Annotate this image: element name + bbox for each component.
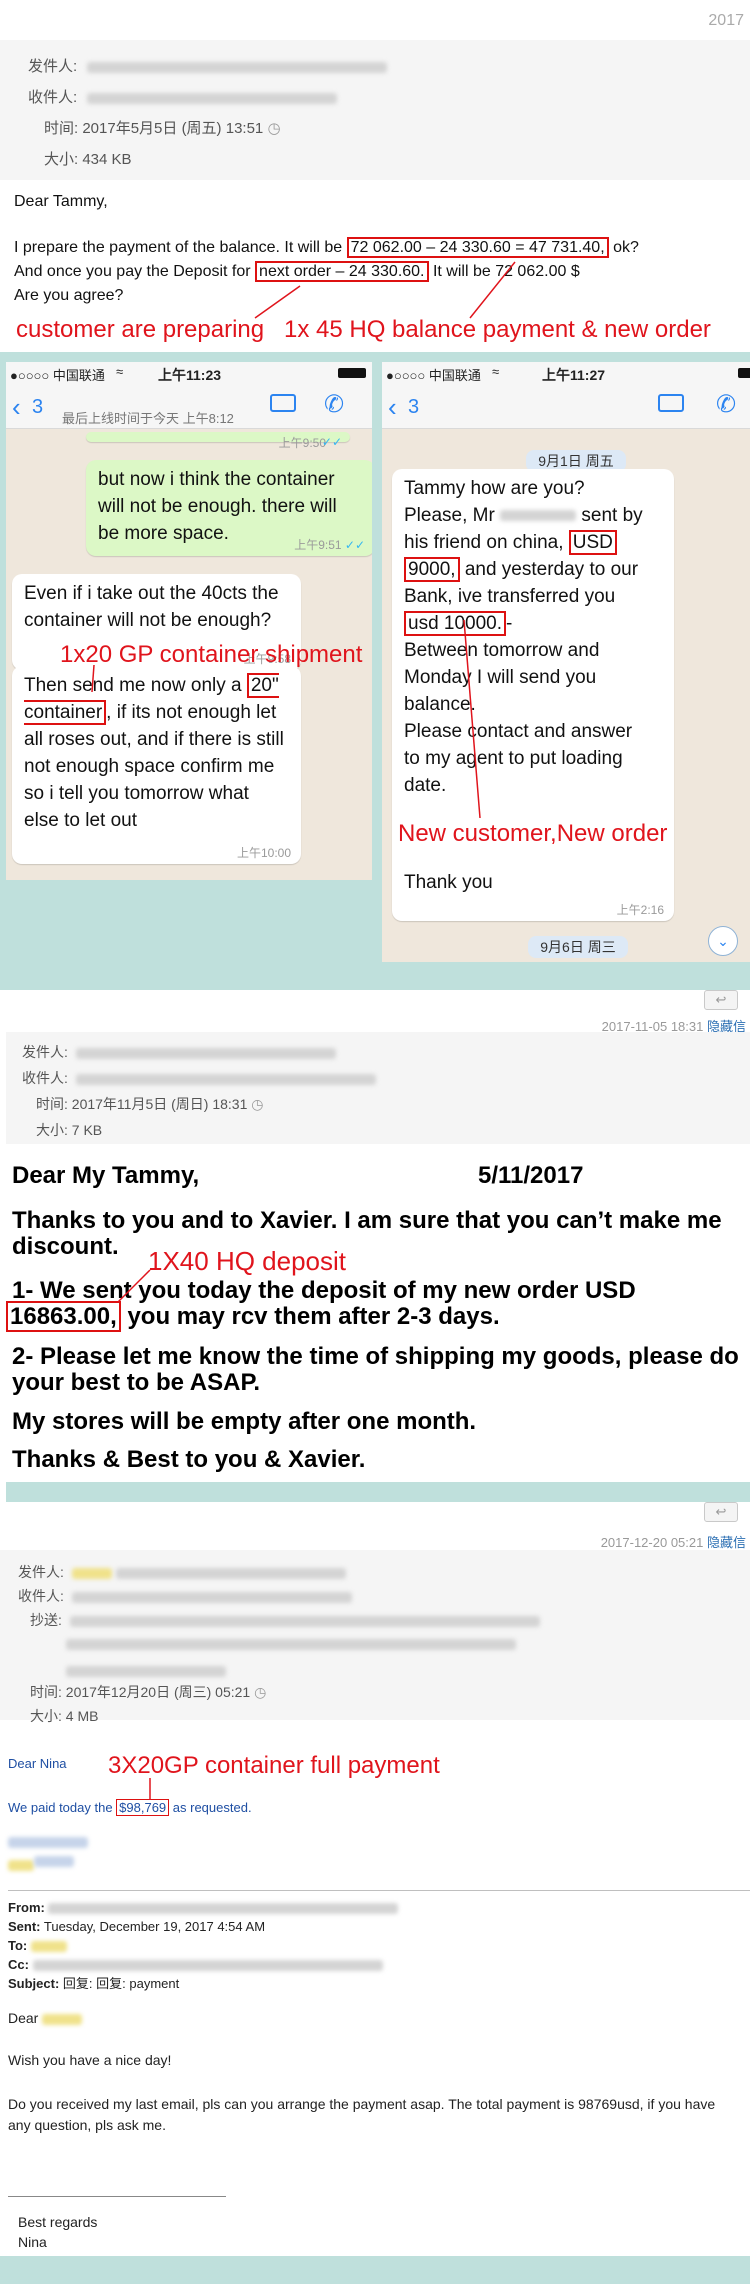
email1-section: 2017 发件人: 收件人: 时间: 2017年5月5日 (周五) 13:51 … [0, 0, 750, 355]
email3-quote-name: Nina [18, 2234, 47, 2250]
signature-line [8, 2196, 226, 2197]
email2-p5: Thanks & Best to you & Xavier. [12, 1446, 366, 1473]
email2-section: ↩ 2017-11-05 18:31 隐藏信 发件人: 收件人: 时间: 201… [0, 990, 750, 1490]
email3-arrow [149, 1778, 151, 1800]
chat-left-arrow [91, 664, 95, 693]
scroll-down-icon[interactable]: ⌄ [708, 926, 738, 956]
teal-band-3 [0, 2256, 750, 2284]
email1-arrows [254, 261, 516, 319]
email1-annotation-left: customer are preparing [16, 316, 265, 343]
email3-quote-regards: Best regards [18, 2214, 98, 2230]
email3-signature-redacted [8, 1834, 88, 1871]
email3-quote-header: From: Sent: Tuesday, December 19, 2017 4… [8, 1898, 399, 1993]
email3-quote-wish: Wish you have a nice day! [8, 2052, 172, 2068]
day-divider-2: 9月6日 周三 [528, 936, 628, 958]
email3-section: ↩ 2017-12-20 05:21 隐藏信 发件人: 收件人: 抄送: 时间:… [0, 1502, 750, 2262]
email2-p4: My stores will be empty after one month. [12, 1408, 477, 1435]
chat-right: ●○○○○ 中国联通 ≈ 上午11:27 ‹ 3 ✆ 9月1日 周五 Tammy… [382, 362, 750, 962]
email3-quote-body: Do you received my last email, pls can y… [8, 2096, 716, 2133]
teal-band-2 [6, 1482, 750, 1502]
email1-annotation-right: 1x 45 HQ balance payment & new order [284, 316, 711, 343]
quote-separator [8, 1890, 750, 1891]
chat-left: ●○○○○ 中国联通 ≈ 上午11:23 ‹ 3 最后上线时间于今天 上午8:1… [6, 362, 372, 880]
chat-right-arrow [463, 619, 481, 819]
email3-quote-dear: Dear [8, 2010, 83, 2026]
email2-p3: 2- Please let me know the time of shippi… [12, 1343, 739, 1396]
